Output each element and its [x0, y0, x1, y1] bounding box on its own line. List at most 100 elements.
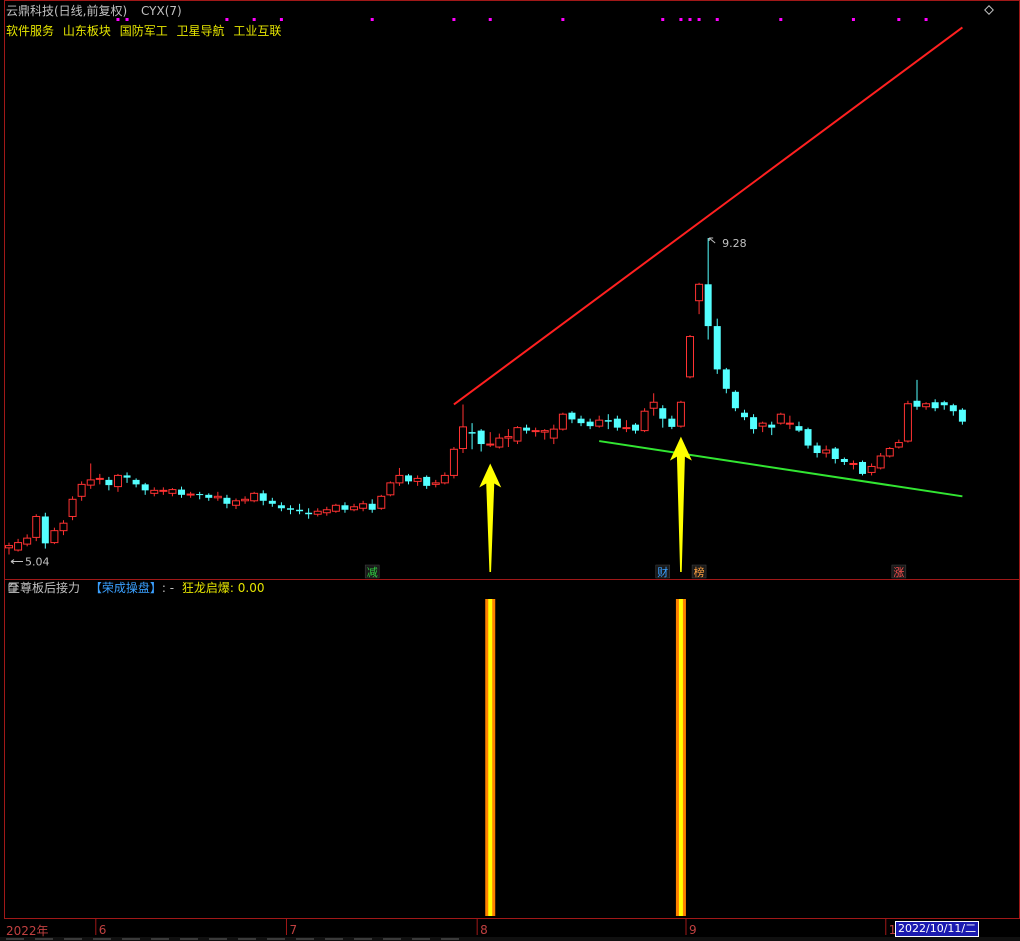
- candle-body[interactable]: [876, 455, 885, 469]
- candle-body[interactable]: [713, 326, 721, 370]
- candle-body[interactable]: [776, 413, 785, 424]
- candle-body[interactable]: [549, 428, 558, 439]
- candle-body[interactable]: [431, 482, 440, 485]
- candle-body[interactable]: [95, 477, 104, 480]
- candle-body[interactable]: [449, 448, 458, 476]
- candle-body[interactable]: [949, 405, 957, 412]
- candle-body[interactable]: [731, 391, 739, 409]
- candle-body[interactable]: [649, 401, 658, 409]
- event-markers[interactable]: 减财榜涨: [364, 564, 907, 579]
- candle-body[interactable]: [368, 503, 376, 510]
- candle-body[interactable]: [486, 443, 495, 446]
- candle-body[interactable]: [341, 505, 349, 510]
- candle-body[interactable]: [277, 505, 285, 509]
- candle-body[interactable]: [105, 479, 113, 486]
- candle-body[interactable]: [423, 476, 431, 486]
- sector-tag[interactable]: 卫星导航: [177, 24, 225, 38]
- candle-body[interactable]: [123, 475, 131, 478]
- candle-body[interactable]: [859, 461, 867, 474]
- candle-body[interactable]: [958, 409, 966, 422]
- sector-tag[interactable]: 国防军工: [120, 24, 168, 38]
- candle-body[interactable]: [704, 284, 712, 327]
- candle-body[interactable]: [840, 458, 848, 462]
- candle-body[interactable]: [386, 482, 395, 496]
- candle-body[interactable]: [232, 500, 240, 506]
- candle-body[interactable]: [768, 424, 776, 428]
- candle-body[interactable]: [922, 403, 931, 408]
- candle-body[interactable]: [250, 492, 259, 502]
- candle-body[interactable]: [540, 430, 549, 433]
- candle-body[interactable]: [785, 422, 794, 425]
- candle-body[interactable]: [286, 508, 294, 510]
- sector-tag[interactable]: 山东板块: [63, 24, 111, 38]
- candle-body[interactable]: [77, 483, 86, 497]
- candle-body[interactable]: [676, 401, 685, 427]
- candle-body[interactable]: [558, 413, 567, 430]
- candle-body[interactable]: [722, 369, 730, 389]
- candle-body[interactable]: [14, 542, 23, 551]
- candle-body[interactable]: [113, 474, 122, 488]
- candle-body[interactable]: [940, 402, 948, 406]
- candle-body[interactable]: [413, 477, 422, 482]
- candle-body[interactable]: [186, 493, 195, 496]
- candle-body[interactable]: [695, 283, 704, 302]
- candle-body[interactable]: [758, 422, 767, 427]
- candle-body[interactable]: [178, 489, 186, 495]
- candle-body[interactable]: [640, 410, 649, 432]
- candle-body[interactable]: [259, 493, 267, 501]
- candle-body[interactable]: [595, 419, 604, 427]
- candle-body[interactable]: [132, 479, 140, 485]
- candle-body[interactable]: [459, 426, 467, 450]
- candle-body[interactable]: [5, 545, 13, 549]
- candle-body[interactable]: [913, 400, 921, 407]
- candle-body[interactable]: [750, 417, 758, 430]
- candle-body[interactable]: [668, 418, 676, 427]
- candle-body[interactable]: [613, 418, 621, 428]
- candle-body[interactable]: [813, 445, 821, 454]
- candle-body[interactable]: [23, 537, 32, 545]
- formula-name[interactable]: 至尊板后接力: [8, 581, 80, 595]
- candle-body[interactable]: [296, 509, 304, 512]
- candle-body[interactable]: [831, 448, 839, 459]
- candle-body[interactable]: [313, 510, 322, 515]
- candle-body[interactable]: [894, 442, 903, 448]
- candle-body[interactable]: [822, 449, 831, 454]
- candle-body[interactable]: [395, 474, 404, 484]
- candle-body[interactable]: [377, 495, 386, 509]
- candle-body[interactable]: [241, 498, 250, 502]
- candle-body[interactable]: [795, 426, 803, 431]
- candle-body[interactable]: [495, 437, 504, 448]
- candle-body[interactable]: [468, 432, 476, 434]
- candle-body[interactable]: [359, 503, 368, 509]
- candle-body[interactable]: [903, 403, 912, 442]
- marker-label[interactable]: 减: [367, 566, 378, 579]
- candle-body[interactable]: [659, 408, 667, 419]
- candle-body[interactable]: [50, 530, 59, 544]
- candle-body[interactable]: [604, 420, 612, 422]
- candle-body[interactable]: [577, 418, 585, 424]
- candlestick-series[interactable]: [5, 238, 966, 555]
- candle-body[interactable]: [440, 474, 449, 484]
- marker-label[interactable]: 榜: [694, 565, 705, 579]
- candle-body[interactable]: [867, 465, 876, 473]
- candle-body[interactable]: [196, 494, 204, 496]
- candle-body[interactable]: [32, 515, 41, 538]
- candle-body[interactable]: [141, 484, 149, 491]
- candle-body[interactable]: [350, 506, 359, 511]
- candle-body[interactable]: [68, 498, 77, 517]
- candle-body[interactable]: [931, 402, 939, 409]
- sector-tag[interactable]: 软件服务: [6, 24, 54, 38]
- candle-body[interactable]: [41, 516, 49, 544]
- candle-body[interactable]: [686, 336, 694, 378]
- candle-body[interactable]: [849, 462, 858, 465]
- candle-body[interactable]: [504, 436, 513, 439]
- candle-body[interactable]: [150, 489, 159, 494]
- candle-body[interactable]: [213, 495, 222, 499]
- candle-body[interactable]: [804, 429, 812, 446]
- candle-body[interactable]: [159, 489, 168, 492]
- candle-body[interactable]: [885, 448, 894, 457]
- candle-body[interactable]: [523, 427, 531, 431]
- candle-body[interactable]: [622, 427, 631, 430]
- candle-body[interactable]: [223, 497, 231, 504]
- candle-body[interactable]: [405, 475, 413, 482]
